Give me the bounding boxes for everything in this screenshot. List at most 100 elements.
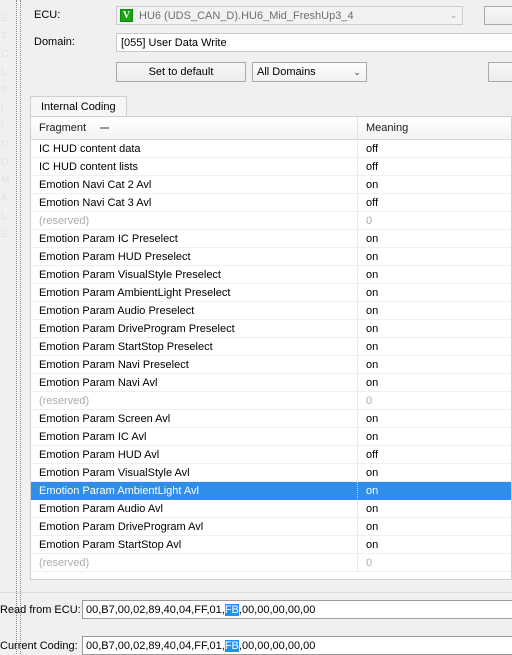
table-row[interactable]: IC HUD content data off: [31, 140, 511, 158]
table-row[interactable]: Emotion Param StartStop Preselect on: [31, 338, 511, 356]
table-row[interactable]: IC HUD content lists off: [31, 158, 511, 176]
cell-meaning: on: [366, 466, 379, 479]
table-row[interactable]: Emotion Param DriveProgram Preselect on: [31, 320, 511, 338]
clipped-text-fragment: S: [1, 85, 8, 96]
cell-meaning: on: [366, 268, 379, 281]
cell-meaning: on: [366, 232, 379, 245]
current-coding-prefix: 00,B7,00,02,89,40,04,FF,01,: [86, 639, 225, 652]
cell-fragment: Emotion Param Audio Preselect: [31, 302, 358, 319]
clipped-toolbar-button-middle[interactable]: [488, 62, 512, 82]
coding-table: Fragment Meaning IC HUD content data off I…: [30, 116, 512, 580]
cell-meaning: off: [366, 448, 379, 461]
cell-fragment: (reserved): [31, 212, 358, 229]
cell-fragment: IC HUD content lists: [31, 158, 358, 175]
chevron-down-icon[interactable]: ⌄: [445, 10, 462, 21]
cell-fragment: Emotion Param DriveProgram Preselect: [31, 320, 358, 337]
table-row[interactable]: (reserved) 0: [31, 212, 511, 230]
current-coding-label: Current Coding:: [0, 640, 78, 652]
coding-panel: ECU: V HU6 (UDS_CAN_D).HU6_Mid_FreshUp3_…: [22, 0, 512, 654]
cell-meaning: on: [366, 178, 379, 191]
chevron-down-icon[interactable]: ⌄: [348, 67, 366, 78]
clipped-text-fragment: E: [1, 13, 8, 24]
bottom-separator: [0, 592, 512, 593]
panel-divider-left: [16, 0, 18, 654]
table-row[interactable]: Emotion Param IC Preselect on: [31, 230, 511, 248]
table-row[interactable]: Emotion Param VisualStyle Avl on: [31, 464, 511, 482]
cell-fragment: Emotion Param VisualStyle Preselect: [31, 266, 358, 283]
clipped-text-fragment: T: [1, 31, 8, 42]
clipped-text-fragment: M: [1, 175, 10, 186]
cell-fragment: (reserved): [31, 392, 358, 409]
set-to-default-button[interactable]: Set to default: [116, 62, 246, 82]
cell-meaning: off: [366, 142, 379, 155]
table-row[interactable]: Emotion Param Audio Avl on: [31, 500, 511, 518]
domain-field[interactable]: [055] User Data Write: [116, 33, 512, 52]
vector-green-icon: V: [120, 9, 133, 22]
table-row[interactable]: Emotion Param IC Avl on: [31, 428, 511, 446]
read-from-ecu-prefix: 00,B7,00,02,89,40,04,FF,01,: [86, 603, 225, 616]
cell-fragment: Emotion Navi Cat 3 Avl: [31, 194, 358, 211]
read-from-ecu-field[interactable]: 00,B7,00,02,89,40,04,FF,01, FB ,00,00,00,0…: [82, 600, 512, 619]
ecu-combobox[interactable]: V HU6 (UDS_CAN_D).HU6_Mid_FreshUp3_4 ⌄: [116, 6, 463, 25]
cell-meaning: off: [366, 160, 379, 173]
cell-meaning: off: [366, 196, 379, 209]
clipped-text-fragment: C: [1, 49, 9, 60]
clipped-text-fragment: E: [1, 229, 8, 240]
read-from-ecu-label: Read from ECU:: [0, 604, 81, 616]
table-row[interactable]: Emotion Param HUD Preselect on: [31, 248, 511, 266]
cell-fragment: Emotion Param HUD Preselect: [31, 248, 358, 265]
column-header-meaning-label: Meaning: [366, 122, 409, 134]
clipped-text-fragment: L: [1, 211, 7, 222]
table-row[interactable]: Emotion Param AmbientLight Avl on: [31, 482, 511, 500]
column-header-fragment[interactable]: Fragment: [31, 117, 358, 139]
cell-meaning: 0: [366, 214, 373, 227]
cell-meaning: on: [366, 286, 379, 299]
clipped-text-fragment: O: [1, 157, 9, 168]
domain-value: [055] User Data Write: [121, 36, 227, 49]
cell-fragment: Emotion Param IC Avl: [31, 428, 358, 445]
cell-meaning: on: [366, 520, 379, 533]
table-row[interactable]: Emotion Navi Cat 3 Avl off: [31, 194, 511, 212]
cell-fragment: Emotion Param StartStop Preselect: [31, 338, 358, 355]
table-row[interactable]: (reserved) 0: [31, 392, 511, 410]
cell-fragment: Emotion Param Navi Avl: [31, 374, 358, 391]
read-from-ecu-selected-byte[interactable]: FB: [224, 603, 239, 616]
table-row[interactable]: Emotion Param AmbientLight Preselect on: [31, 284, 511, 302]
cell-meaning: on: [366, 502, 379, 515]
table-row[interactable]: (reserved) 0: [31, 554, 511, 572]
table-row[interactable]: Emotion Param Audio Preselect on: [31, 302, 511, 320]
domain-filter-combobox[interactable]: All Domains ⌄: [252, 62, 367, 82]
cell-fragment: Emotion Param DriveProgram Avl: [31, 518, 358, 535]
table-row[interactable]: Emotion Param Navi Preselect on: [31, 356, 511, 374]
clipped-text-fragment: I: [1, 121, 4, 132]
table-row[interactable]: Emotion Param DriveProgram Avl on: [31, 518, 511, 536]
cell-meaning: on: [366, 340, 379, 353]
cell-fragment: Emotion Param Navi Preselect: [31, 356, 358, 373]
cell-fragment: IC HUD content data: [31, 140, 358, 157]
clipped-toolbar-button-top[interactable]: [484, 6, 512, 25]
cell-meaning: on: [366, 358, 379, 371]
current-coding-selected-byte[interactable]: FB: [224, 639, 239, 652]
current-coding-field[interactable]: 00,B7,00,02,89,40,04,FF,01, FB ,00,00,00,0…: [82, 636, 512, 655]
table-row[interactable]: Emotion Param VisualStyle Preselect on: [31, 266, 511, 284]
cell-meaning: on: [366, 304, 379, 317]
domain-filter-value: All Domains: [257, 66, 316, 78]
read-from-ecu-suffix: ,00,00,00,00,00: [238, 603, 316, 616]
cell-meaning: on: [366, 412, 379, 425]
ecu-label: ECU:: [34, 9, 61, 21]
clipped-text-fragment: L: [1, 67, 7, 78]
table-header-row: Fragment Meaning: [31, 117, 511, 140]
table-row[interactable]: Emotion Param StartStop Avl on: [31, 536, 511, 554]
column-header-fragment-label: Fragment: [39, 122, 87, 134]
table-row[interactable]: Emotion Param HUD Avl off: [31, 446, 511, 464]
cell-fragment: (reserved): [31, 554, 358, 571]
table-row[interactable]: Emotion Navi Cat 2 Avl on: [31, 176, 511, 194]
table-row[interactable]: Emotion Param Navi Avl on: [31, 374, 511, 392]
clipped-text-fragment: A: [1, 193, 8, 204]
column-header-meaning[interactable]: Meaning: [358, 117, 511, 139]
cell-fragment: Emotion Param Screen Avl: [31, 410, 358, 427]
tab-internal-coding[interactable]: Internal Coding: [30, 96, 127, 117]
cell-fragment: Emotion Param AmbientLight Avl: [31, 482, 358, 499]
table-row[interactable]: Emotion Param Screen Avl on: [31, 410, 511, 428]
cell-meaning: 0: [366, 556, 373, 569]
